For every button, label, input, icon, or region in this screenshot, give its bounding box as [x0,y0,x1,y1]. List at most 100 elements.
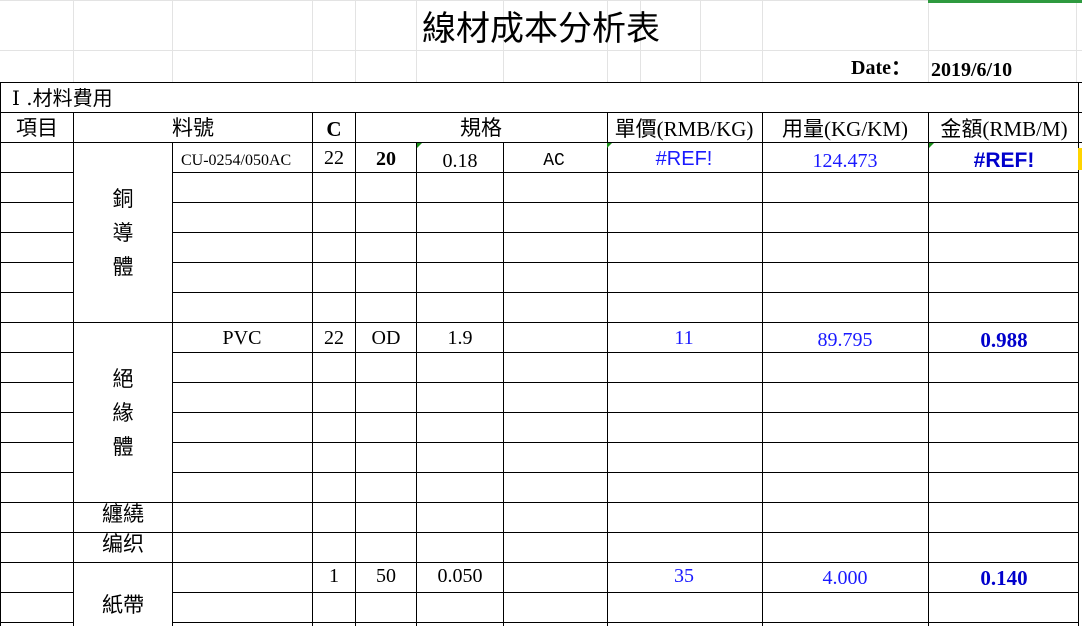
table-border [0,292,74,293]
date-value[interactable]: 2019/6/10 [931,60,1012,80]
table-border [73,112,74,142]
header-unit-price: 單價(RMB/KG) [614,117,754,141]
table-border [0,412,74,413]
group-paper-tape: 紙帶 [102,593,144,617]
group-char: 緣 [112,401,134,425]
gridline [1076,0,1077,82]
table-border [172,232,1078,233]
group-char: 銅 [112,187,134,211]
table-border [0,322,74,323]
cell-spec1[interactable]: 50 [376,566,396,586]
gridline [355,0,356,82]
cell-c[interactable]: 22 [324,328,344,348]
cell-spec1[interactable]: OD [372,328,401,348]
table-border [73,142,74,626]
section-title: I .材料費用 [12,86,113,110]
gridline [312,0,313,82]
table-border [355,112,356,142]
cell-amount[interactable]: 0.988 [980,330,1027,351]
table-border [172,532,1078,533]
comment-marker-icon [929,143,934,148]
table-border [0,172,74,173]
table-border [0,622,74,623]
cell-highlight-marker [1078,148,1082,170]
table-border [172,592,1078,593]
group-insulation: 絕 緣 體 [107,362,139,464]
table-border [0,202,74,203]
cell-c[interactable]: 1 [329,566,339,586]
table-border [928,142,929,626]
table-border [0,82,1082,83]
group-braid: 编织 [102,532,144,556]
cell-spec2[interactable]: 0.18 [443,151,478,171]
cell-spec2[interactable]: 1.9 [448,328,473,348]
table-border [0,592,74,593]
table-border [172,442,1078,443]
cell-usage[interactable]: 124.473 [813,151,878,171]
table-border [172,622,1078,623]
cell-part-no[interactable]: PVC [223,328,262,348]
table-border [172,262,1078,263]
group-char: 絕 [112,367,134,391]
header-amount: 金額(RMB/M) [940,117,1068,141]
cell-spec3[interactable]: AC [543,152,565,170]
header-spec: 規格 [460,116,502,140]
cell-amount[interactable]: 0.140 [980,568,1027,589]
group-copper-conductor: 銅 導 體 [107,182,139,284]
table-border [416,142,417,626]
table-border [355,142,356,626]
table-border [172,202,1078,203]
table-border [172,502,1078,503]
cell-spec1[interactable]: 20 [376,149,396,169]
group-char: 體 [112,435,134,459]
table-border [503,142,504,626]
table-border [172,382,1078,383]
gridline [700,0,701,82]
table-border [312,112,313,142]
table-border [762,142,763,626]
gridline [0,50,1082,51]
cell-unit-price[interactable]: #REF! [656,149,713,169]
table-border [172,322,1078,323]
table-border [0,442,74,443]
table-border [0,382,74,383]
table-border [607,112,608,142]
table-border [0,262,74,263]
table-border [0,472,74,473]
table-border [172,562,1078,563]
table-border [0,532,74,533]
header-part-no: 料號 [172,116,214,140]
cell-c[interactable]: 22 [324,148,344,168]
table-border [312,142,313,626]
table-border [0,502,74,503]
table-border [172,292,1078,293]
table-border [172,172,1078,173]
gridline [416,0,417,82]
cell-usage[interactable]: 89.795 [818,330,873,350]
sheet-title: 線材成本分析表 [422,9,660,49]
table-border [607,142,608,626]
spreadsheet-grid[interactable]: 線材成本分析表 Date： 2019/6/10 I .材料費用 項目 料號 C … [0,0,1082,626]
cell-unit-price[interactable]: 35 [674,566,694,586]
header-c: C [326,117,342,141]
selection-indicator [928,0,1082,3]
header-usage: 用量(KG/KM) [782,117,908,141]
cell-spec2[interactable]: 0.050 [438,566,483,586]
table-border [928,112,929,142]
table-border [0,562,74,563]
table-border [172,352,1078,353]
cell-unit-price[interactable]: 11 [674,328,693,348]
table-border [0,232,74,233]
table-border [0,142,1082,143]
table-border [73,562,173,563]
gridline [0,0,1082,1]
gridline [928,0,929,82]
header-item: 項目 [16,116,58,140]
comment-marker-icon [417,143,422,148]
cell-amount[interactable]: #REF! [974,150,1035,171]
cell-part-no[interactable]: CU-0254/050AC [181,153,291,169]
group-char: 導 [112,221,134,245]
table-border [0,82,1,626]
cell-usage[interactable]: 4.000 [823,568,868,588]
gridline [762,0,763,82]
